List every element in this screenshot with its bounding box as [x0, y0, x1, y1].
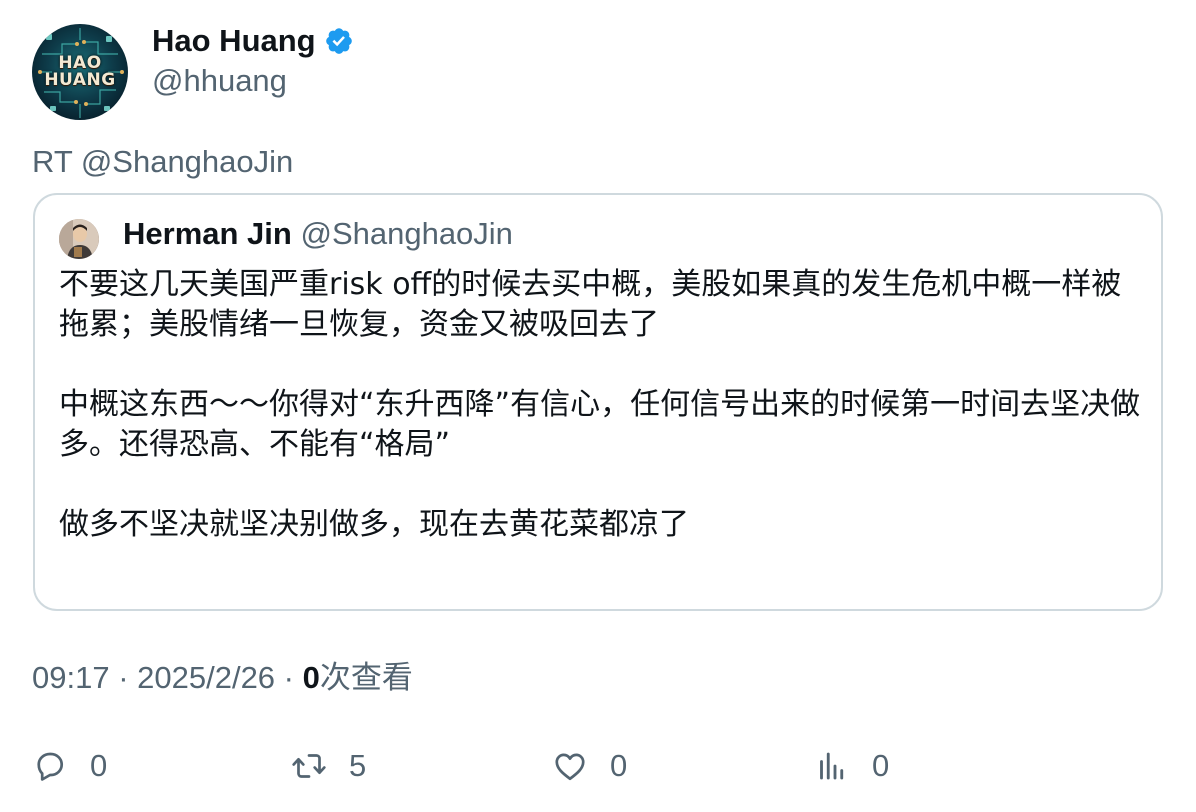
- analytics-icon: [820, 752, 844, 780]
- quoted-paragraph: 不要这几天美国严重risk off的时候去买中概，美股如果真的发生危机中概一样被…: [59, 267, 1122, 342]
- like-count: 0: [610, 748, 628, 783]
- quoted-author-name[interactable]: Herman Jin: [123, 216, 292, 251]
- reply-button[interactable]: 0: [32, 744, 107, 788]
- author-name-text[interactable]: Hao Huang: [152, 22, 316, 60]
- retweet-count: 5: [349, 748, 367, 783]
- quoted-author-header: Herman Jin @ShanghaoJin: [123, 215, 513, 253]
- retweet-button[interactable]: 5: [291, 744, 366, 788]
- reply-icon: [37, 752, 64, 781]
- heart-icon: [555, 753, 585, 781]
- tweet-time[interactable]: 09:17: [32, 660, 110, 695]
- quoted-tweet-text: 不要这几天美国严重risk off的时候去买中概，美股如果真的发生危机中概一样被…: [59, 265, 1149, 545]
- person-photo-graphic: [59, 219, 99, 259]
- avatar-logo-text: HAO HUANG: [44, 53, 116, 90]
- views-count: 0: [302, 660, 320, 695]
- quoted-tweet-card[interactable]: Herman Jin @ShanghaoJin 不要这几天美国严重risk of…: [33, 193, 1163, 611]
- views-label: 次查看: [319, 660, 413, 695]
- quoted-author-avatar[interactable]: [59, 219, 99, 259]
- verified-badge-icon: [325, 28, 352, 54]
- author-avatar[interactable]: HAO HUANG: [32, 24, 128, 120]
- views-action-count: 0: [872, 748, 890, 783]
- quoted-paragraph: 中概这东西～～你得对“东升西降”有信心，任何信号出来的时候第一时间去坚决做多。还…: [59, 387, 1141, 462]
- author-name[interactable]: Hao Huang: [152, 22, 354, 60]
- reply-count: 0: [90, 748, 108, 783]
- views-button[interactable]: 0: [814, 744, 889, 788]
- tweet-date[interactable]: 2025/2/26: [137, 660, 275, 695]
- quoted-paragraph: 做多不坚决就坚决别做多，现在去黄花菜都凉了: [59, 507, 689, 542]
- retweet-icon: [292, 754, 326, 778]
- retweet-label: RT @ShanghaoJin: [32, 144, 294, 179]
- author-handle[interactable]: @hhuang: [152, 62, 287, 100]
- meta-separator: ·: [275, 660, 303, 695]
- tweet-meta: 09:17 · 2025/2/26 · 0次查看: [32, 658, 413, 698]
- like-button[interactable]: 0: [552, 744, 627, 788]
- quoted-author-handle[interactable]: @ShanghaoJin: [300, 216, 512, 251]
- meta-separator: ·: [109, 660, 138, 695]
